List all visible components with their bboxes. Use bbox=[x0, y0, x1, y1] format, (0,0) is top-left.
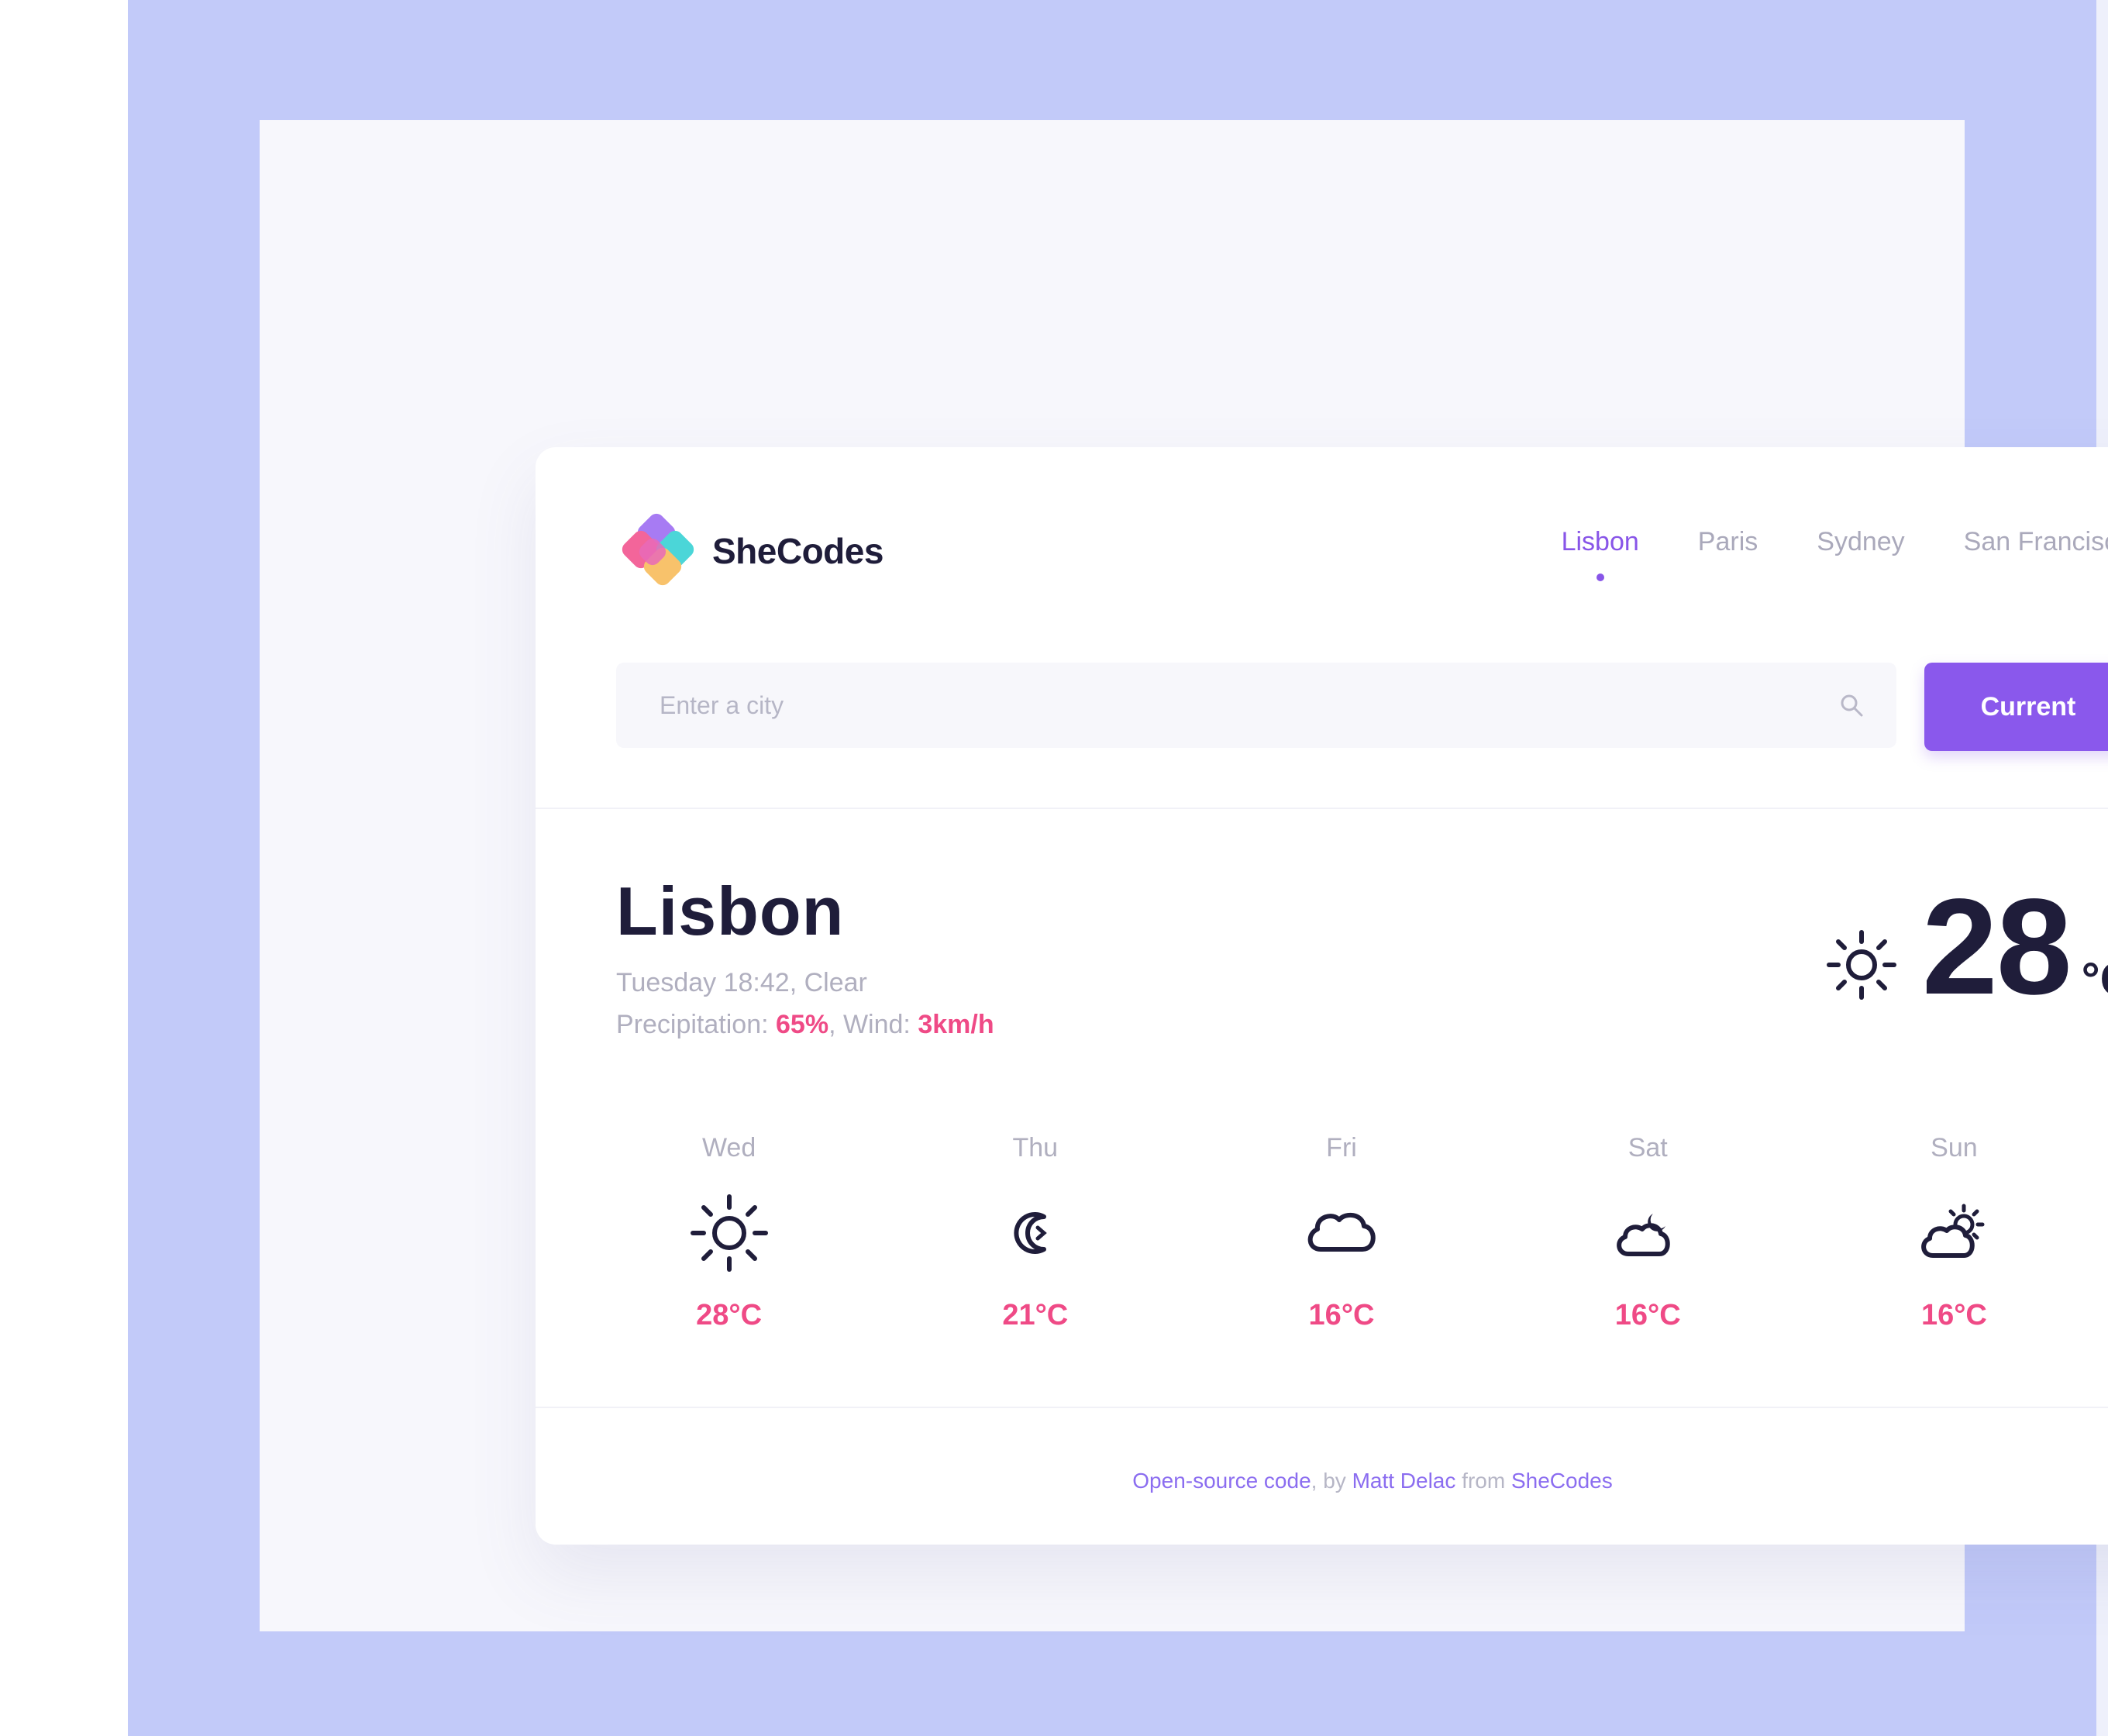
forecast-day-name: Sat bbox=[1628, 1133, 1668, 1162]
temperature-value: 28 bbox=[1921, 871, 2072, 1023]
current-temperature: 28 °C bbox=[1823, 871, 2108, 1023]
search-box bbox=[616, 663, 1896, 748]
nav-item-lisbon[interactable]: Lisbon bbox=[1561, 527, 1639, 581]
nav-item-san-francisco[interactable]: San Francisco bbox=[1964, 527, 2108, 557]
current-location-button[interactable]: Current bbox=[1924, 663, 2108, 751]
precipitation-value: 65% bbox=[776, 1010, 829, 1039]
forecast-temp: 16°C bbox=[1614, 1299, 1681, 1331]
footer-by-text: , by bbox=[1311, 1469, 1346, 1493]
city-nav: Lisbon Paris Sydney San Francisco bbox=[1503, 527, 2108, 581]
moon-icon bbox=[1014, 1212, 1047, 1254]
forecast-day-name: Sun bbox=[1931, 1133, 1978, 1162]
weather-app-card: SheCodes Lisbon Paris Sydney San Francis… bbox=[536, 447, 2108, 1545]
nav-item-label: Paris bbox=[1697, 527, 1758, 556]
forecast-day: Wed 28°C bbox=[576, 1133, 882, 1332]
forecast-temp: 21°C bbox=[1002, 1299, 1069, 1331]
page-frame: SheCodes Lisbon Paris Sydney San Francis… bbox=[260, 120, 2108, 1631]
brand-logo[interactable]: SheCodes bbox=[618, 510, 884, 590]
logo-mark-icon bbox=[618, 510, 704, 590]
footer-from-text: from bbox=[1462, 1469, 1506, 1493]
brand-name: SheCodes bbox=[712, 531, 884, 571]
city-name: Lisbon bbox=[616, 873, 845, 949]
header-divider bbox=[536, 808, 2108, 809]
temperature-unit[interactable]: °C bbox=[2082, 952, 2108, 1006]
forecast-temp: 16°C bbox=[1308, 1299, 1375, 1331]
forecast-day: Sun 16°C bbox=[1801, 1133, 2107, 1332]
condition-text: Clear bbox=[804, 968, 867, 997]
forecast-temp: 16°C bbox=[1920, 1299, 1987, 1331]
author-link[interactable]: Matt Delac bbox=[1352, 1469, 1456, 1493]
active-indicator-dot bbox=[1596, 574, 1604, 581]
city-search-input[interactable] bbox=[658, 690, 1785, 721]
precipitation-label: Precipitation: bbox=[616, 1010, 769, 1039]
cloud-sun-icon bbox=[1921, 1204, 1985, 1258]
datetime-text: Tuesday 18:42 bbox=[616, 968, 790, 997]
nav-item-label: Sydney bbox=[1817, 527, 1905, 556]
footer-credits: Open-source code, by Matt Delac from She… bbox=[536, 1469, 2108, 1493]
shecodes-link[interactable]: SheCodes bbox=[1511, 1469, 1613, 1493]
forecast-day: Fri 16°C bbox=[1188, 1133, 1494, 1332]
forecast-temp: 28°C bbox=[696, 1299, 763, 1331]
search-icon[interactable] bbox=[1838, 691, 1865, 719]
cloud-icon bbox=[1307, 1212, 1376, 1252]
details-line: Precipitation: 65%, Wind: 3km/h bbox=[616, 1010, 994, 1039]
forecast-day: Thu 21°C bbox=[882, 1133, 1188, 1332]
forecast-day: Sat 16°C bbox=[1495, 1133, 1801, 1332]
sun-icon bbox=[690, 1194, 768, 1272]
cloud-moon-icon bbox=[1617, 1214, 1670, 1256]
nav-item-paris[interactable]: Paris bbox=[1698, 527, 1758, 557]
date-condition-line: Tuesday 18:42, Clear bbox=[616, 968, 867, 997]
wind-label: Wind: bbox=[842, 1010, 911, 1039]
forecast-day-name: Fri bbox=[1326, 1133, 1357, 1162]
wind-value: 3km/h bbox=[918, 1010, 994, 1039]
forecast-day-name: Thu bbox=[1012, 1133, 1059, 1162]
nav-item-sydney[interactable]: Sydney bbox=[1817, 527, 1904, 557]
forecast-day-name: Wed bbox=[701, 1133, 756, 1162]
nav-item-label: San Francisco bbox=[1963, 527, 2108, 556]
forecast-row: Wed 28°C Thu 21°C Fri 16°C Sat 16°C Sun … bbox=[576, 1133, 2107, 1332]
open-source-link[interactable]: Open-source code bbox=[1132, 1469, 1311, 1493]
footer-divider bbox=[536, 1407, 2108, 1408]
sun-icon bbox=[1826, 930, 1896, 1000]
nav-item-label: Lisbon bbox=[1561, 527, 1639, 556]
